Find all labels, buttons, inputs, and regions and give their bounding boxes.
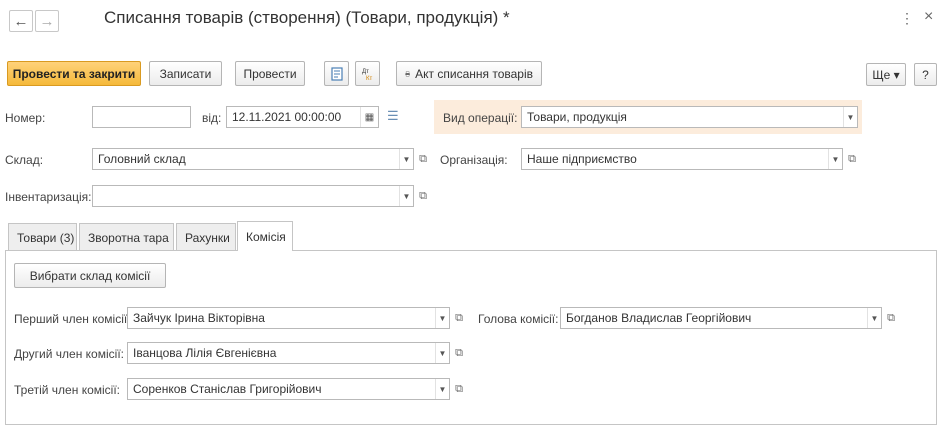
date-from-label: від: [202, 111, 222, 125]
first-member-select[interactable]: Зайчук Ірина Вікторівна ▼ [127, 307, 450, 329]
debit-credit-icon: Дт Кт [362, 69, 372, 82]
warehouse-label: Склад: [5, 153, 44, 167]
first-member-label: Перший член комісії: [14, 312, 131, 326]
chevron-down-icon[interactable]: ▼ [828, 149, 842, 169]
close-icon[interactable]: × [924, 8, 933, 26]
number-label: Номер: [5, 111, 46, 125]
page-title: Списання товарів (створення) (Товари, пр… [104, 8, 510, 27]
open-third-member-icon[interactable]: ⧉ [451, 379, 467, 399]
printer-icon [405, 71, 410, 76]
warehouse-select[interactable]: Головний склад ▼ [92, 148, 414, 170]
operation-select[interactable]: Товари, продукція ▼ [521, 106, 858, 128]
tab-returnable-packaging[interactable]: Зворотна тара [79, 223, 174, 251]
second-member-select[interactable]: Іванцова Лілія Євгенієвна ▼ [127, 342, 450, 364]
open-organization-icon[interactable]: ⧉ [844, 149, 860, 169]
open-first-member-icon[interactable]: ⧉ [451, 308, 467, 328]
calendar-icon[interactable]: ▦ [360, 107, 378, 127]
document-structure-icon [330, 66, 343, 81]
document-structure-button[interactable] [324, 61, 349, 86]
back-button[interactable]: ← [9, 10, 33, 32]
more-vert-icon[interactable]: ⋮ [900, 10, 914, 27]
organization-select[interactable]: Наше підприємство ▼ [521, 148, 843, 170]
tab-goods[interactable]: Товари (3) [8, 223, 77, 251]
write-off-act-label: Акт списання товарів [415, 66, 533, 81]
chevron-down-icon[interactable]: ▼ [399, 186, 413, 206]
save-button[interactable]: Записати [149, 61, 222, 86]
chevron-down-icon[interactable]: ▼ [435, 379, 449, 399]
chevron-down-icon[interactable]: ▼ [867, 308, 881, 328]
arrow-right-icon: → [39, 12, 55, 30]
second-member-label: Другий член комісії: [14, 347, 124, 361]
head-label: Голова комісії: [478, 312, 559, 326]
chevron-down-icon[interactable]: ▼ [435, 308, 449, 328]
open-inventory-icon[interactable]: ⧉ [415, 186, 431, 206]
list-icon[interactable]: ☰ [387, 108, 399, 124]
number-input[interactable] [92, 106, 191, 128]
third-member-select[interactable]: Соренков Станіслав Григорійович ▼ [127, 378, 450, 400]
svg-text:Дт: Дт [362, 69, 369, 75]
organization-label: Організація: [440, 153, 508, 167]
debit-credit-button[interactable]: Дт Кт [355, 61, 380, 86]
post-button[interactable]: Провести [235, 61, 305, 86]
open-head-icon[interactable]: ⧉ [883, 308, 899, 328]
head-select[interactable]: Богданов Владислав Георгійович ▼ [560, 307, 882, 329]
write-off-act-button[interactable]: Акт списання товарів [396, 61, 542, 86]
chevron-down-icon[interactable]: ▼ [399, 149, 413, 169]
date-input[interactable]: 12.11.2021 00:00:00 ▦ [226, 106, 379, 128]
inventory-label: Інвентаризація: [5, 190, 92, 204]
svg-text:Кт: Кт [366, 76, 372, 82]
open-warehouse-icon[interactable]: ⧉ [415, 149, 431, 169]
post-and-close-button[interactable]: Провести та закрити [7, 61, 141, 86]
arrow-left-icon: ← [13, 12, 29, 30]
forward-button[interactable]: → [35, 10, 59, 32]
help-button[interactable]: ? [914, 63, 937, 86]
tab-commission[interactable]: Комісія [237, 221, 293, 251]
tab-accounts[interactable]: Рахунки [176, 223, 236, 251]
chevron-down-icon[interactable]: ▼ [843, 107, 857, 127]
inventory-select[interactable]: ▼ [92, 185, 414, 207]
chevron-down-icon[interactable]: ▼ [435, 343, 449, 363]
operation-label: Вид операції: [443, 111, 518, 125]
more-button[interactable]: Ще ▾ [866, 63, 906, 86]
choose-commission-button[interactable]: Вибрати склад комісії [14, 263, 166, 288]
third-member-label: Третій член комісії: [14, 383, 121, 397]
open-second-member-icon[interactable]: ⧉ [451, 343, 467, 363]
